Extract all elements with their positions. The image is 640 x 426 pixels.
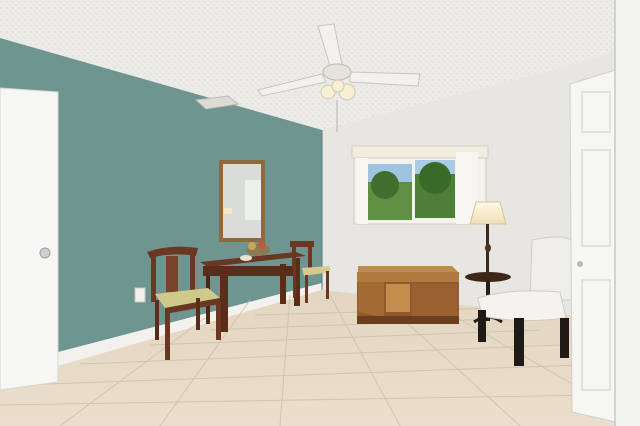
wall-outlet bbox=[134, 287, 146, 303]
room-photo bbox=[0, 0, 640, 426]
cedar-chest bbox=[357, 266, 460, 324]
window bbox=[351, 145, 489, 225]
wall-mirror bbox=[219, 160, 265, 242]
door-left bbox=[0, 87, 59, 391]
